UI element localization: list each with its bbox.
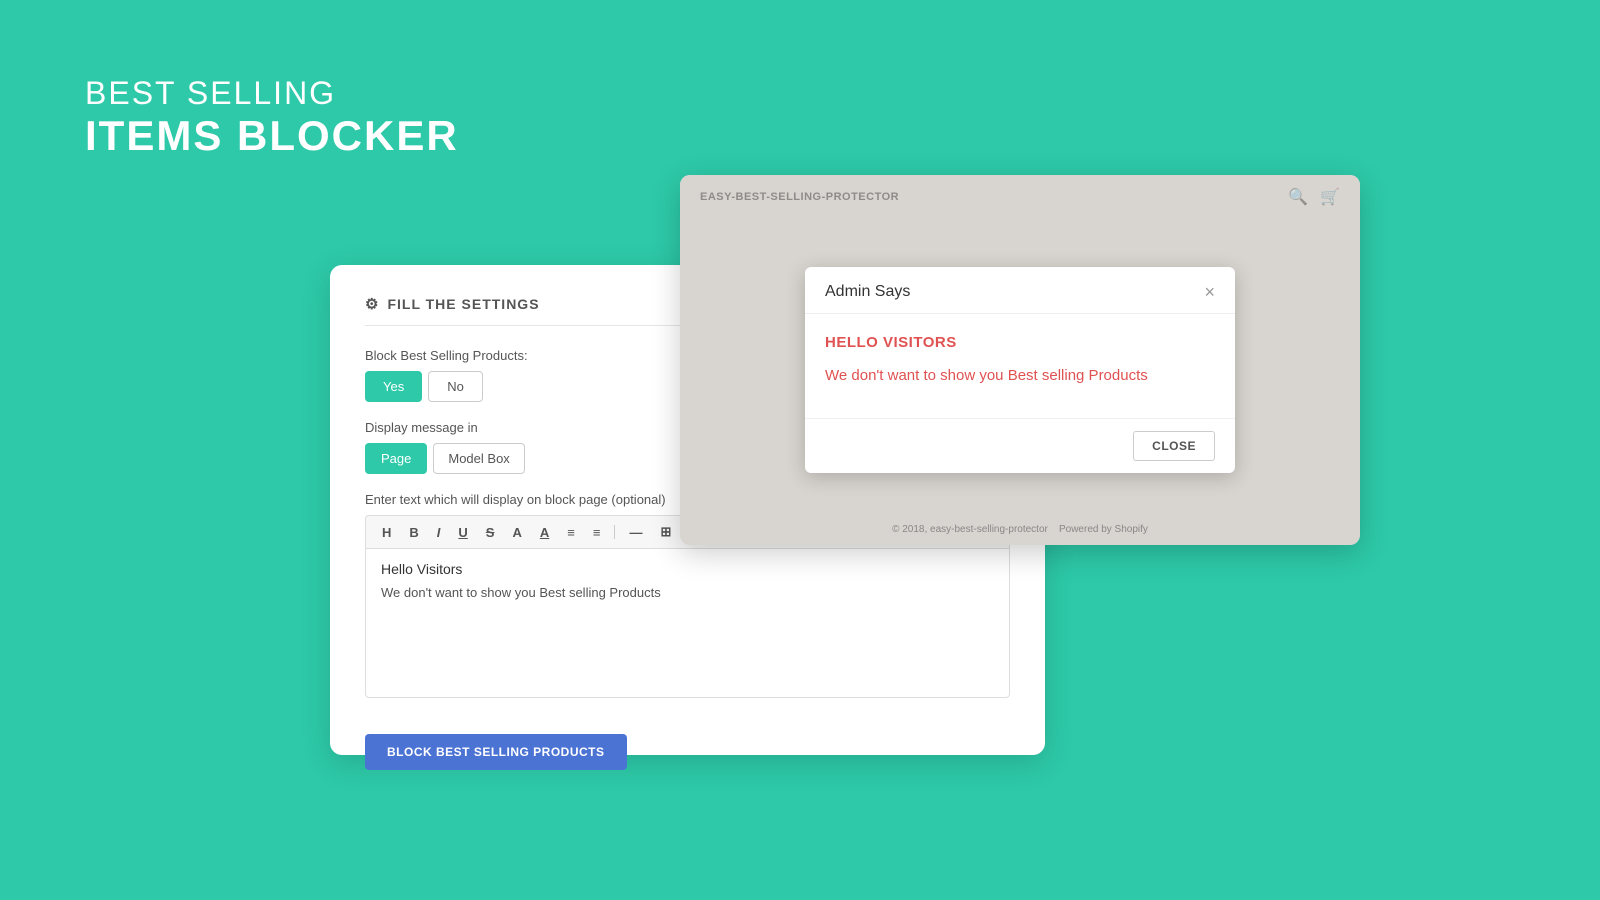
toolbar-u[interactable]: U [454,523,471,542]
toolbar-hr[interactable]: — [625,523,646,542]
modal-overlay: Admin Says × HELLO VISITORS We don't wan… [680,175,1360,545]
modal-message: We don't want to show you Best selling P… [825,365,1215,388]
gear-icon: ⚙ [365,295,379,313]
modal-footer: CLOSE [805,418,1235,473]
store-footer: © 2018, easy-best-selling-protector Powe… [680,524,1360,535]
toolbar-a1[interactable]: A [508,523,525,542]
settings-header-label: FILL THE SETTINGS [387,296,539,312]
page-title-area: BEST SELLING ITEMS BLOCKER [85,75,459,160]
block-products-button[interactable]: BLOCK BEST SELLING PRODUCTS [365,734,627,770]
toolbar-i[interactable]: I [433,523,445,542]
page-title-line1: BEST SELLING [85,75,459,112]
toolbar-ul[interactable]: ≡ [589,523,605,542]
toolbar-a2[interactable]: A [536,523,553,542]
text-editor-content[interactable]: Hello Visitors We don't want to show you… [365,548,1010,698]
store-footer-powered: Powered by Shopify [1059,524,1148,535]
no-button[interactable]: No [428,371,483,402]
editor-line1: Hello Visitors [381,561,994,577]
toolbar-table[interactable]: ⊞ [656,522,675,542]
modal-body: HELLO VISITORS We don't want to show you… [805,314,1235,418]
modal-dialog: Admin Says × HELLO VISITORS We don't wan… [805,267,1235,473]
close-modal-button[interactable]: CLOSE [1133,431,1215,461]
yes-button[interactable]: Yes [365,371,422,402]
modal-title: Admin Says [825,283,910,301]
modelbox-button[interactable]: Model Box [433,443,524,474]
modal-header: Admin Says × [805,267,1235,314]
page-button[interactable]: Page [365,443,427,474]
editor-line2: We don't want to show you Best selling P… [381,585,994,600]
store-footer-copyright: © 2018, easy-best-selling-protector [892,524,1048,535]
toolbar-b[interactable]: B [405,523,422,542]
toolbar-ol[interactable]: ≡ [563,523,579,542]
modal-greeting: HELLO VISITORS [825,334,1215,351]
modal-close-x-button[interactable]: × [1204,283,1215,301]
page-title-line2: ITEMS BLOCKER [85,112,459,160]
toolbar-s[interactable]: S [482,523,499,542]
toolbar-h[interactable]: H [378,523,395,542]
toolbar-divider [614,525,615,539]
shopify-store-mockup: EASY-BEST-SELLING-PROTECTOR 🔍 🛒 Admin Sa… [680,175,1360,545]
